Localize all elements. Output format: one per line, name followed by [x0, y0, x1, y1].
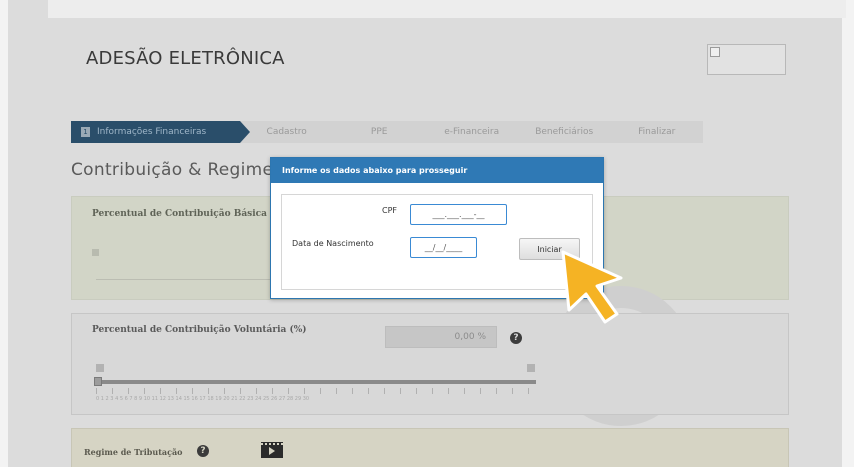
top-strip: [48, 0, 846, 18]
modal-title: Informe os dados abaixo para prosseguir: [271, 158, 603, 183]
wizard-steps: 1 Informações Financeiras Cadastro PPE e…: [71, 121, 703, 143]
page-title: ADESÃO ELETRÔNICA: [86, 48, 285, 69]
question-circle-icon[interactable]: ?: [510, 332, 522, 344]
voluntary-value-field[interactable]: 0,00 %: [385, 326, 497, 348]
voluntary-contribution-label: Percentual de Contribuição Voluntária (%…: [92, 325, 307, 335]
step-label: PPE: [370, 127, 388, 137]
birth-date-input[interactable]: __/__/____: [410, 237, 477, 258]
basic-contribution-label: Percentual de Contribuição Básica (%: [92, 209, 283, 219]
step-beneficiarios[interactable]: Beneficiários: [517, 121, 611, 143]
step-label: e-Financeira: [444, 127, 500, 137]
logo-image: [707, 44, 786, 75]
step-e-financeira[interactable]: e-Financeira: [425, 121, 518, 143]
video-icon[interactable]: [261, 442, 283, 458]
modal-form: CPF ___.___.___-__ Data de Nascimento __…: [281, 194, 593, 290]
voluntary-slider-track[interactable]: [96, 380, 536, 384]
cpf-input[interactable]: ___.___.___-__: [410, 204, 507, 225]
slider-scale-labels: 0 1 2 3 4 5 6 7 8 9 10 11 12 13 14 15 16…: [96, 396, 310, 402]
step-cadastro[interactable]: Cadastro: [240, 121, 333, 143]
step-label: Informações Financeiras: [97, 127, 207, 137]
question-circle-icon[interactable]: ?: [197, 445, 209, 457]
step-informacoes-financeiras[interactable]: 1 Informações Financeiras: [71, 121, 251, 143]
voluntary-contribution-panel: Percentual de Contribuição Voluntária (%…: [71, 313, 789, 415]
broken-image-icon: [710, 47, 720, 57]
slider-min-marker: [96, 364, 104, 372]
verification-modal: Informe os dados abaixo para prosseguir …: [270, 157, 604, 299]
tax-regime-label: Regime de Tributação: [84, 447, 183, 457]
step-label: Cadastro: [266, 127, 307, 137]
voluntary-slider-thumb[interactable]: [94, 377, 102, 386]
birth-date-label: Data de Nascimento: [292, 239, 374, 248]
slider-track[interactable]: [96, 279, 276, 280]
step-label: Beneficiários: [535, 127, 594, 137]
section-title: Contribuição & Regime d: [71, 160, 291, 180]
cpf-label: CPF: [382, 206, 398, 215]
slider-max-marker: [527, 364, 535, 372]
step-label: Finalizar: [638, 127, 676, 137]
slider-ticks: [96, 388, 536, 394]
tax-regime-panel: Regime de Tributação ?: [71, 428, 789, 467]
step-ppe[interactable]: PPE: [332, 121, 426, 143]
step-finalizar[interactable]: Finalizar: [610, 121, 703, 143]
pointer-cursor-icon: [561, 250, 623, 324]
slider-handle[interactable]: [92, 249, 99, 256]
step-number-badge: 1: [81, 127, 90, 137]
